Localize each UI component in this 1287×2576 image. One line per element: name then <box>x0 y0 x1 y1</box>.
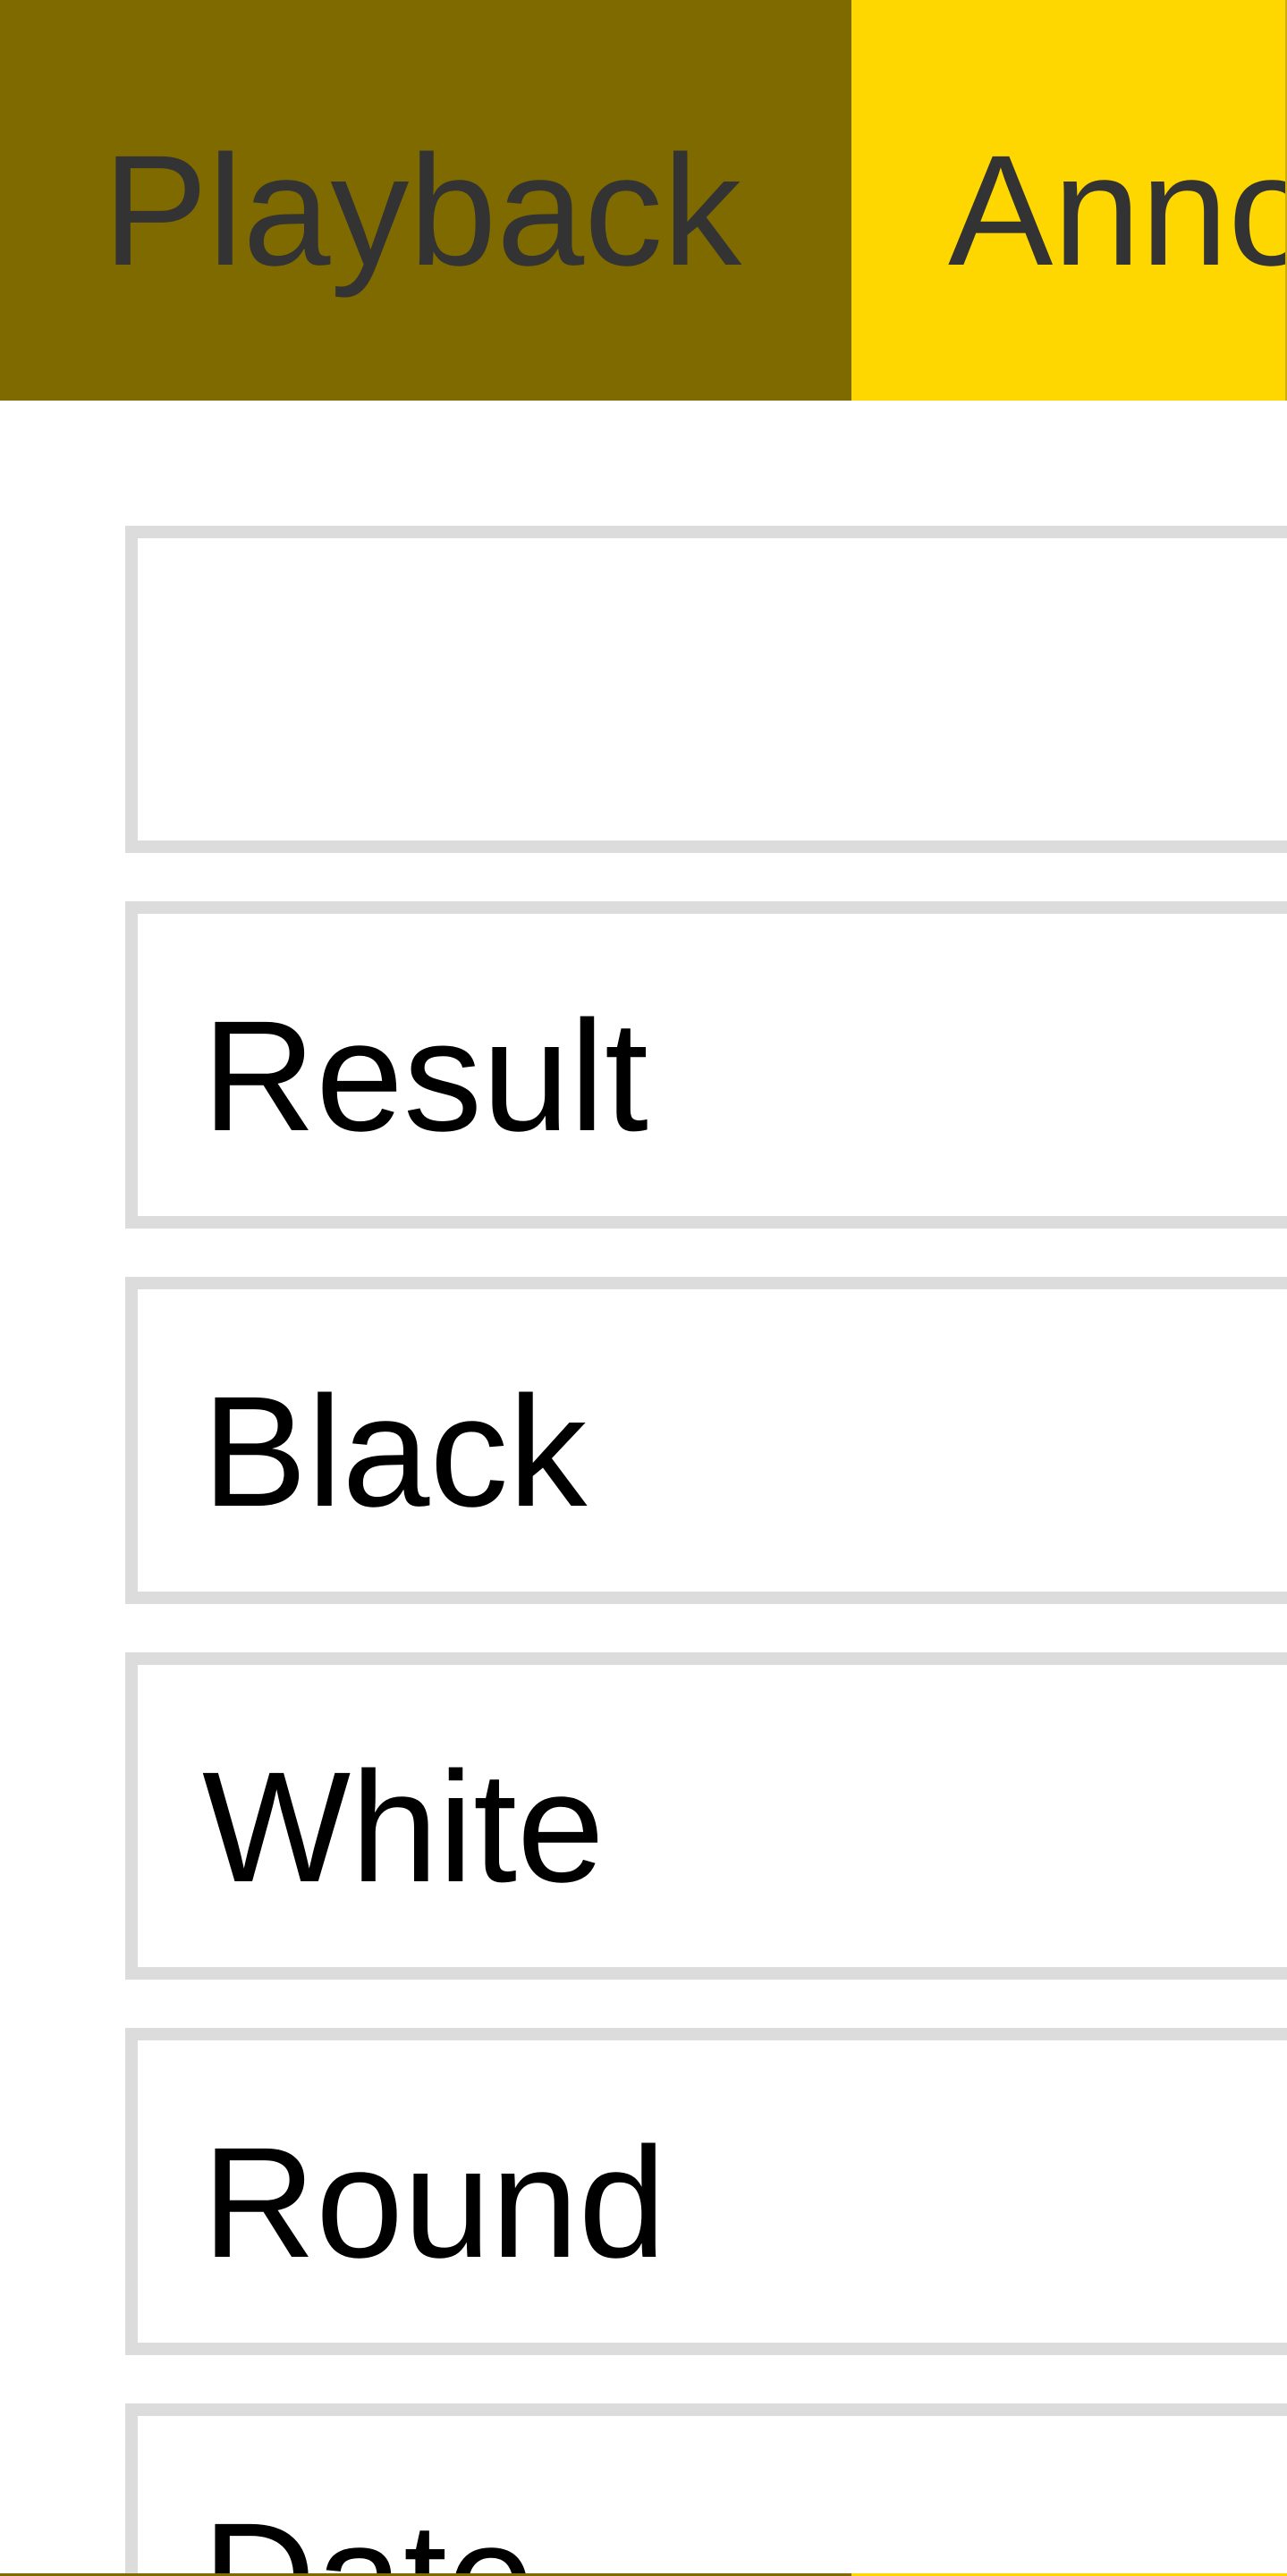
field-black[interactable]: Black <box>125 1277 1287 1604</box>
field-result[interactable]: Result <box>125 901 1287 1229</box>
game-info-fields: Result Black White Round Date <box>0 0 1287 2576</box>
field-label: Black <box>202 1364 588 1540</box>
field-label: Date <box>202 2500 535 2576</box>
field-blank[interactable] <box>125 526 1287 853</box>
field-date[interactable]: Date <box>125 2403 1287 2576</box>
field-label: White <box>202 1740 605 1915</box>
field-label: Result <box>202 989 648 1164</box>
field-label: Round <box>202 2116 666 2291</box>
field-white[interactable]: White <box>125 1652 1287 1980</box>
field-round[interactable]: Round <box>125 2028 1287 2355</box>
